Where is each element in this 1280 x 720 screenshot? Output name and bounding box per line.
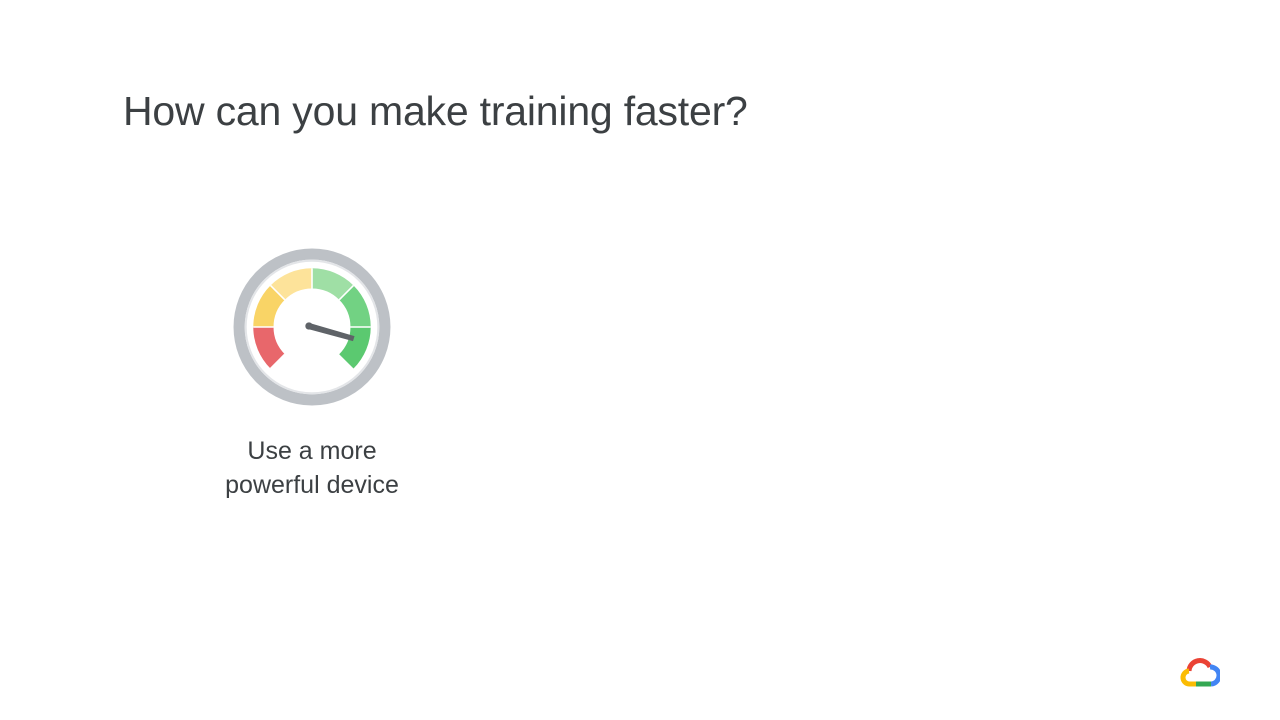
idea-caption: Use a more powerful device (200, 434, 424, 502)
slide: How can you make training faster? Use a … (0, 0, 1280, 720)
speedometer-gauge-icon (233, 248, 391, 406)
slide-title: How can you make training faster? (123, 88, 748, 134)
idea-powerful-device: Use a more powerful device (200, 246, 424, 502)
idea-caption-line-1: Use a more (247, 437, 377, 465)
idea-caption-line-2: powerful device (225, 471, 399, 499)
google-cloud-logo-icon (1180, 658, 1220, 687)
